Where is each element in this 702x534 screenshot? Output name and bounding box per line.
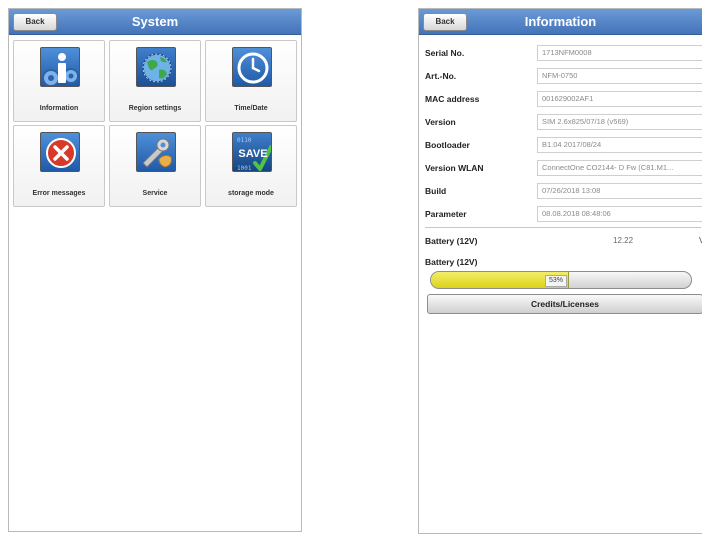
battery-progress-bar: 53%	[430, 271, 692, 289]
globe-icon	[136, 47, 176, 87]
version-row: Version SIM 2.6x825/07/18 (v569)	[425, 114, 702, 132]
bootloader-row: Bootloader B1.04 2017/08/24	[425, 137, 702, 155]
field-label: Serial No.	[425, 48, 465, 58]
mac-address-row: MAC address 001629002AF1	[425, 91, 702, 109]
parameter-row: Parameter 08.08.2018 08:48:06	[425, 206, 702, 224]
time-date-tile[interactable]: Time/Date	[205, 40, 297, 122]
field-value: 1713NFM0008	[537, 45, 702, 61]
tile-label: Region settings	[128, 105, 182, 112]
storage-mode-tile[interactable]: 0110 1001 SAVE storage mode	[205, 125, 297, 207]
field-value: B1.04 2017/08/24	[537, 137, 702, 153]
back-button[interactable]: Back	[13, 13, 57, 31]
system-titlebar: System Back	[9, 9, 301, 35]
battery-voltage-value: 12.22	[613, 236, 634, 245]
build-row: Build 07/26/2018 13:08	[425, 183, 702, 201]
info-gears-icon	[40, 47, 80, 87]
service-tile[interactable]: Service	[109, 125, 201, 207]
battery-voltage-row: Battery (12V) 12.22 V	[425, 233, 702, 251]
battery-level-row: Battery (12V)	[425, 254, 697, 272]
svg-text:1001: 1001	[237, 165, 252, 172]
field-label: Build	[425, 186, 447, 196]
divider	[425, 227, 701, 228]
field-label: Version WLAN	[425, 163, 484, 173]
field-label: MAC address	[425, 94, 480, 104]
field-label: Art.-No.	[425, 71, 457, 81]
system-screen: System Back Information Region settings …	[8, 8, 302, 532]
clock-icon	[232, 47, 272, 87]
battery-progress-text: 53%	[545, 275, 567, 287]
error-messages-tile[interactable]: Error messages	[13, 125, 105, 207]
tile-label: Error messages	[32, 190, 86, 197]
tile-label: Information	[39, 105, 79, 112]
serial-number-row: Serial No. 1713NFM0008	[425, 45, 702, 63]
save-icon-text: SAVE	[238, 148, 267, 160]
article-number-row: Art.-No. NFM-0750	[425, 68, 702, 86]
information-tile[interactable]: Information	[13, 40, 105, 122]
field-value: SIM 2.6x825/07/18 (v569)	[537, 114, 702, 130]
tile-label: storage mode	[228, 190, 274, 197]
field-value: NFM-0750	[537, 68, 702, 84]
save-icon: 0110 1001 SAVE	[232, 132, 272, 172]
back-button[interactable]: Back	[423, 13, 467, 31]
field-label: Battery (12V)	[425, 257, 478, 267]
service-tools-icon	[136, 132, 176, 172]
error-x-icon	[40, 132, 80, 172]
tile-label: Service	[142, 190, 168, 197]
field-label: Bootloader	[425, 140, 470, 150]
tile-label: Time/Date	[234, 105, 268, 112]
field-value: ConnectOne CO2144- D Fw (C81.M1...	[537, 160, 702, 176]
field-value: 08.08.2018 08:48:06	[537, 206, 702, 222]
information-titlebar: Information Back	[419, 9, 702, 35]
information-screen: Information Back Serial No. 1713NFM0008 …	[418, 8, 702, 534]
version-wlan-row: Version WLAN ConnectOne CO2144- D Fw (C8…	[425, 160, 702, 178]
field-label: Parameter	[425, 209, 467, 219]
field-value: 001629002AF1	[537, 91, 702, 107]
field-label: Battery (12V)	[425, 236, 478, 246]
field-value: 07/26/2018 13:08	[537, 183, 702, 199]
credits-licenses-button[interactable]: Credits/Licenses	[427, 294, 702, 314]
field-label: Version	[425, 117, 456, 127]
svg-text:0110: 0110	[237, 137, 252, 144]
region-settings-tile[interactable]: Region settings	[109, 40, 201, 122]
